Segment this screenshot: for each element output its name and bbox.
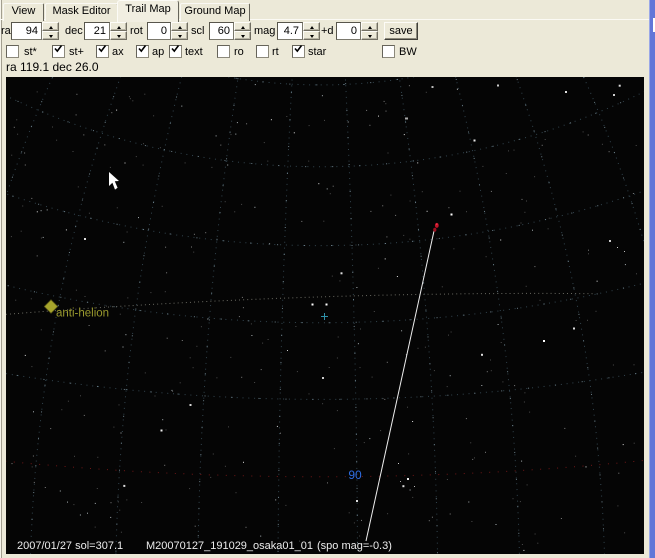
svg-text:M20070127_191029_osaka01_01: M20070127_191029_osaka01_01 [146, 540, 313, 552]
svg-text:anti-helion: anti-helion [56, 308, 109, 320]
svg-text:90: 90 [348, 468, 362, 482]
svg-text:2007/01/27 sol=307.1: 2007/01/27 sol=307.1 [17, 540, 123, 552]
svg-text:(spo mag=-0.3): (spo mag=-0.3) [317, 540, 392, 552]
